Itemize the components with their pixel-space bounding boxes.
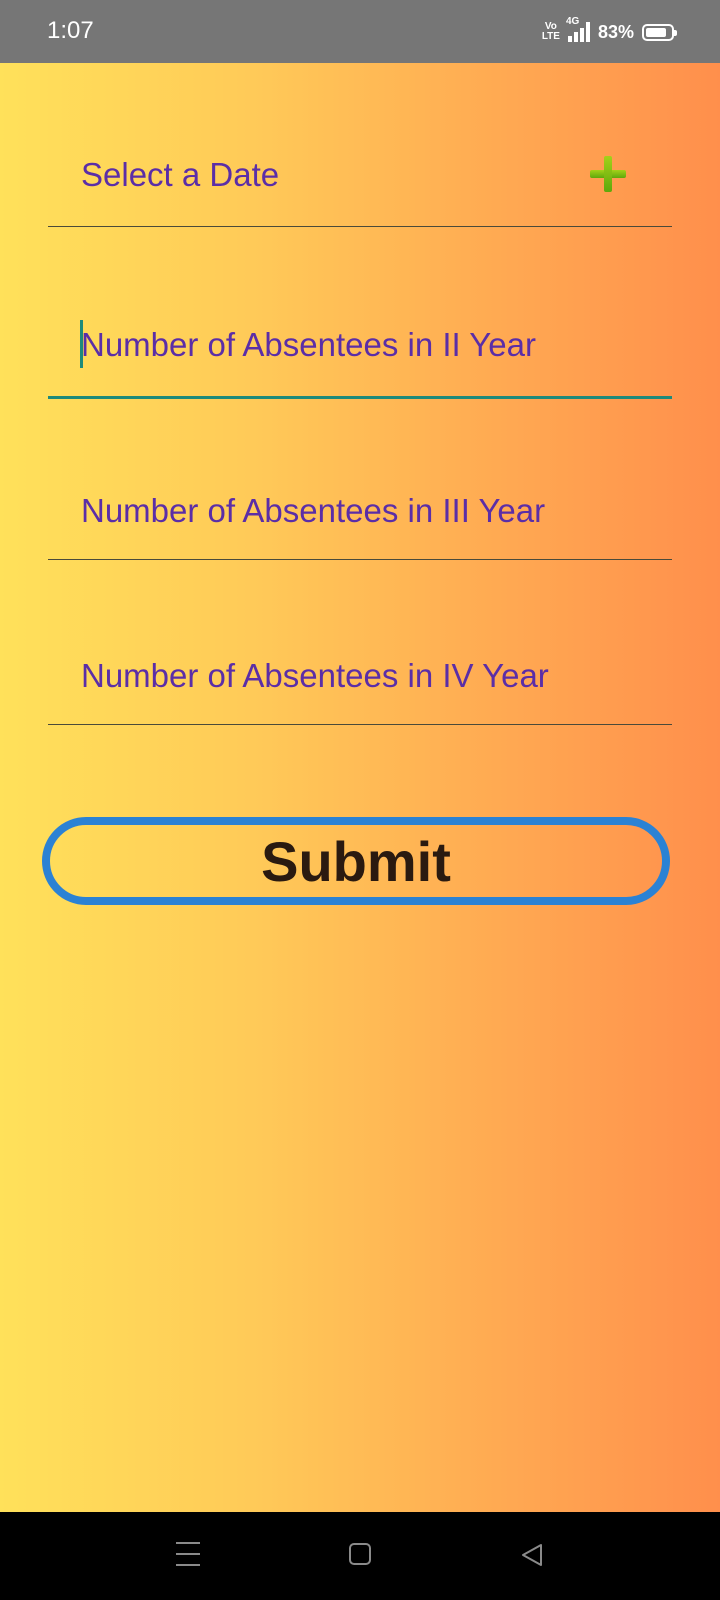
status-icons: Vo LTE 4G 83% [542, 16, 677, 47]
absentees-ii-placeholder: Number of Absentees in II Year [81, 326, 536, 363]
battery-percent: 83% [597, 21, 634, 42]
menu-icon[interactable] [176, 1542, 200, 1566]
absentees-iv-placeholder: Number of Absentees in IV Year [81, 657, 549, 694]
plus-icon-vertical [604, 156, 612, 192]
status-time: 1:07 [47, 17, 94, 44]
menu-icon-line [176, 1542, 200, 1544]
navigation-bar [0, 1512, 720, 1600]
signal-icon: 4G [566, 16, 590, 42]
date-picker-field[interactable]: Select a Date [48, 126, 672, 227]
signal-bar [579, 28, 584, 42]
volte-bottom-text: LTE [541, 31, 560, 42]
plus-icon[interactable] [590, 156, 626, 192]
menu-icon-line [176, 1564, 200, 1566]
network-type: 4G [565, 16, 580, 27]
submit-button[interactable]: Submit [42, 817, 670, 905]
absentees-iii-placeholder: Number of Absentees in III Year [81, 492, 546, 529]
battery-icon [642, 23, 677, 41]
signal-bar [585, 22, 590, 42]
menu-icon-line [176, 1553, 200, 1555]
home-icon[interactable] [349, 1543, 371, 1565]
absentees-iv-input[interactable]: Number of Absentees in IV Year [48, 624, 672, 725]
absentees-iii-input[interactable]: Number of Absentees in III Year [48, 459, 672, 560]
form-screen: Select a Date Number of Absentees in II … [0, 63, 720, 1512]
signal-bar [567, 36, 572, 42]
signal-bar [573, 32, 578, 42]
absentees-ii-input[interactable]: Number of Absentees in II Year [48, 296, 672, 399]
battery-fill [646, 27, 666, 37]
back-icon[interactable] [519, 1542, 545, 1568]
date-label: Select a Date [81, 156, 280, 193]
status-bar: 1:07 Vo LTE 4G 83% [0, 0, 720, 63]
volte-icon: Vo LTE [542, 22, 560, 42]
